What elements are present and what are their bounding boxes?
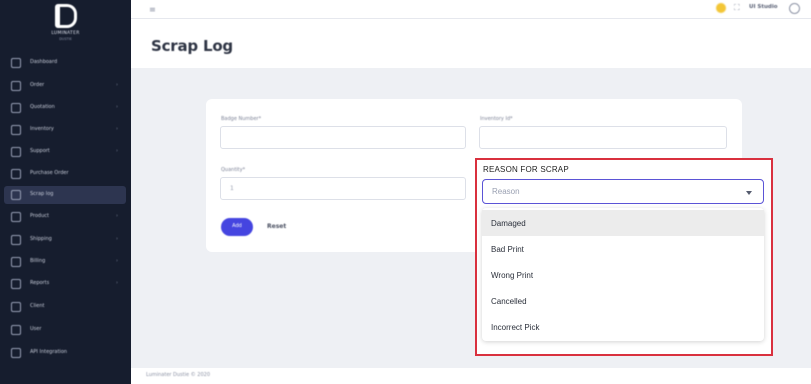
option-label: Wrong Print: [491, 271, 534, 280]
sidebar-item-support[interactable]: Support ›: [4, 143, 126, 161]
sidebar-item-label: Quotation: [30, 104, 55, 110]
logo-mark-icon: [55, 4, 77, 28]
sidebar-item-label: Scrap log: [30, 191, 54, 197]
reason-option-cancelled[interactable]: Cancelled: [482, 288, 764, 314]
chevron-right-icon: ›: [116, 236, 118, 242]
sidebar-item-label: Dashboard: [30, 59, 58, 65]
avatar-icon[interactable]: [789, 3, 800, 14]
sidebar-item-api-integration[interactable]: API Integration: [4, 344, 126, 362]
quotation-icon: [11, 103, 21, 113]
inventory-id-input[interactable]: [479, 126, 727, 149]
brand-subtitle: DUSTIE: [59, 37, 72, 41]
brand-logo[interactable]: LUMINATER DUSTIE: [0, 0, 131, 48]
footer: Luminater Dustie © 2020: [131, 368, 811, 384]
sidebar-item-label: Purchase Order: [30, 170, 69, 176]
reason-option-wrong-print[interactable]: Wrong Print: [482, 262, 764, 288]
reason-option-damaged[interactable]: Damaged: [482, 210, 764, 236]
option-label: Bad Print: [491, 245, 524, 254]
sidebar-item-product[interactable]: Product ›: [4, 208, 126, 226]
sidebar-item-label: Shipping: [30, 236, 52, 242]
option-label: Incorrect Pick: [491, 323, 540, 332]
sidebar-item-order[interactable]: Order ›: [4, 77, 126, 95]
option-label: Damaged: [491, 219, 526, 228]
reason-option-bad-print[interactable]: Bad Print: [482, 236, 764, 262]
reason-for-scrap-label: REASON FOR SCRAP: [483, 165, 569, 174]
reason-select[interactable]: Reason: [482, 179, 764, 204]
order-icon: [11, 81, 21, 91]
grid-icon: [11, 58, 21, 68]
chevron-right-icon: ›: [116, 213, 118, 219]
caret-down-icon: [746, 191, 752, 195]
client-icon: [11, 302, 21, 312]
chevron-right-icon: ›: [116, 258, 118, 264]
chevron-right-icon: ›: [116, 126, 118, 132]
scrap-icon: [11, 190, 21, 200]
reports-icon: [11, 279, 21, 289]
inventory-icon: [11, 125, 21, 135]
support-icon: [11, 147, 21, 157]
purchase-icon: [11, 169, 21, 179]
reason-options-menu: Damaged Bad Print Wrong Print Cancelled …: [482, 208, 764, 341]
chevron-right-icon: ›: [116, 104, 118, 110]
api-icon: [11, 348, 21, 358]
sidebar-item-label: API Integration: [30, 349, 68, 355]
hamburger-menu-icon[interactable]: ≡: [149, 5, 156, 14]
add-button-label: Add: [232, 223, 242, 229]
sidebar-item-label: User: [30, 326, 42, 332]
fullscreen-icon[interactable]: ⛶: [734, 3, 740, 13]
chevron-right-icon: ›: [116, 148, 118, 154]
sidebar-item-quotation[interactable]: Quotation ›: [4, 99, 126, 117]
billing-icon: [11, 257, 21, 267]
sidebar-item-label: Inventory: [30, 126, 54, 132]
quantity-value: 1: [230, 185, 234, 192]
page-header: Scrap Log: [131, 19, 811, 68]
reason-option-incorrect-pick[interactable]: Incorrect Pick: [482, 314, 764, 340]
user-name[interactable]: UI Studio: [749, 4, 778, 10]
sidebar-item-shipping[interactable]: Shipping ›: [4, 231, 126, 249]
chevron-right-icon: ›: [116, 82, 118, 88]
badge-number-input[interactable]: [220, 126, 466, 149]
page-title: Scrap Log: [151, 37, 233, 55]
option-label: Cancelled: [491, 297, 527, 306]
theme-toggle-sun-icon[interactable]: [716, 3, 726, 13]
quantity-label: Quantity*: [221, 167, 246, 173]
brand-name: LUMINATER: [51, 31, 80, 36]
user-icon: [11, 325, 21, 335]
sidebar-item-client[interactable]: Client: [4, 298, 126, 316]
sidebar-item-label: Product: [30, 213, 49, 219]
sidebar-item-dashboard[interactable]: Dashboard: [4, 54, 126, 72]
sidebar-item-label: Billing: [30, 258, 46, 264]
sidebar-item-inventory[interactable]: Inventory ›: [4, 121, 126, 139]
footer-copyright: Luminater Dustie © 2020: [146, 372, 210, 378]
sidebar-item-user[interactable]: User: [4, 321, 126, 339]
quantity-input[interactable]: 1: [220, 177, 466, 200]
top-bar: ≡ ⛶ UI Studio: [131, 0, 811, 19]
reset-button[interactable]: Reset: [267, 223, 286, 230]
sidebar-item-label: Client: [30, 303, 45, 309]
reason-placeholder: Reason: [492, 187, 520, 196]
badge-number-label: Badge Number*: [221, 116, 262, 122]
inventory-id-label: Inventory Id*: [480, 116, 513, 122]
sidebar-item-billing[interactable]: Billing ›: [4, 253, 126, 271]
sidebar-item-reports[interactable]: Reports ›: [4, 275, 126, 293]
chevron-right-icon: ›: [116, 280, 118, 286]
sidebar-item-scrap-log[interactable]: Scrap log: [4, 186, 126, 204]
sidebar-item-label: Support: [30, 148, 50, 154]
add-button[interactable]: Add: [221, 218, 253, 236]
product-icon: [11, 212, 21, 222]
sidebar-item-label: Order: [30, 82, 45, 88]
shipping-icon: [11, 235, 21, 245]
sidebar: LUMINATER DUSTIE Dashboard Order › Quota…: [0, 0, 131, 384]
sidebar-item-purchase-order[interactable]: Purchase Order: [4, 165, 126, 183]
sidebar-item-label: Reports: [30, 280, 50, 286]
